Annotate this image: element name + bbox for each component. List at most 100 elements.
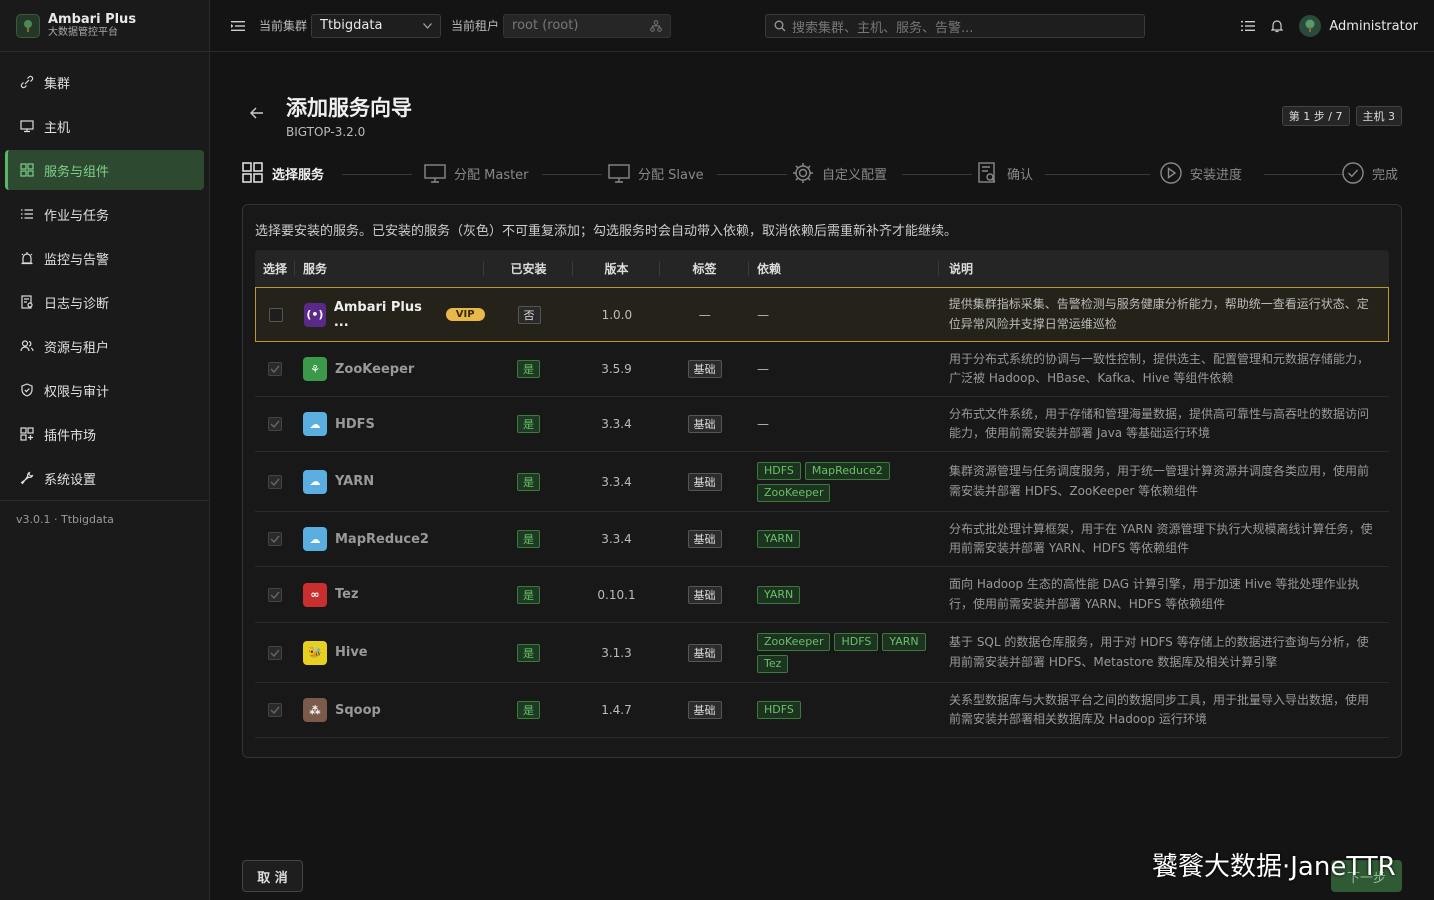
sidebar-item-label: 作业与任务 xyxy=(44,208,110,224)
wizard-step-4: 自定义配置 xyxy=(792,162,887,184)
table-body: (•) Ambari Plus ... VIP 否 1.0.0 — — 提供集群… xyxy=(255,287,1389,738)
service-glyph: (•) xyxy=(306,308,324,321)
sidebar-item-2[interactable]: 服务与组件 xyxy=(5,150,204,190)
service-description: 用于分布式系统的协调与一致性控制，提供选主、配置管理和元数据存储能力，广泛被 H… xyxy=(949,351,1370,386)
wizard-step-label: 确认 xyxy=(1007,167,1034,183)
sidebar-item-label: 插件市场 xyxy=(44,428,97,444)
tenant-value: root (root) xyxy=(512,18,579,33)
tag-badge: 基础 xyxy=(687,472,722,491)
shield-icon xyxy=(20,383,34,397)
wizard-step-label: 分配 Master xyxy=(454,167,529,183)
table-row[interactable]: 🐝 Hive 是 3.1.3 基础 ZooKeeper HDFS YARN Tez 基… xyxy=(255,623,1389,683)
watermark: 饕餮大数据·JaneTTR xyxy=(1152,852,1396,882)
table-row[interactable]: ☁ HDFS 是 3.3.4 基础 — 分布式文件系统，用于存储和管理海量数据，… xyxy=(255,397,1389,452)
table-row[interactable]: ☁ YARN 是 3.3.4 基础 HDFS MapReduce2 ZooKeepe… xyxy=(255,452,1389,512)
dependency-tag: MapReduce2 xyxy=(804,461,890,480)
sidebar-item-label: 系统设置 xyxy=(44,472,97,488)
select-checkbox[interactable] xyxy=(268,307,283,322)
version-text: 1.0.0 xyxy=(601,307,633,322)
service-logo-icon: ⁂ xyxy=(303,698,327,722)
select-checkbox xyxy=(268,587,282,602)
tag-badge: 基础 xyxy=(687,701,722,719)
service-description: 分布式文件系统，用于存储和管理海量数据，提供高可靠性与高吞吐的数据访问能力，使用… xyxy=(949,406,1370,441)
avatar[interactable] xyxy=(1299,15,1322,37)
brand[interactable]: Ambari Plus 大数据管控平台 xyxy=(0,0,209,52)
header-version: 版本 xyxy=(573,250,660,287)
service-logo-icon: ∞ xyxy=(303,582,327,607)
list-view-icon[interactable] xyxy=(1241,20,1256,32)
service-name: ZooKeeper xyxy=(335,361,415,377)
tenant-select: root (root) xyxy=(503,13,672,38)
service-name: MapReduce2 xyxy=(335,531,429,547)
version-text: 3.5.9 xyxy=(601,362,632,376)
global-search-input[interactable]: 搜索集群、主机、服务、告警... xyxy=(765,14,1145,38)
version-text: 0.10.1 xyxy=(597,587,636,602)
app-title: Ambari Plus xyxy=(48,11,137,27)
sidebar-item-8[interactable]: 插件市场 xyxy=(5,414,204,454)
service-logo-icon: ☁ xyxy=(303,412,327,436)
table-row[interactable]: ∞ Tez 是 0.10.1 基础 YARN 面向 Hadoop 生态的高性能 … xyxy=(255,567,1389,623)
table-row[interactable]: ⁂ Sqoop 是 1.4.7 基础 HDFS 关系型数据库与大数据平台之间的数… xyxy=(255,683,1389,738)
sidebar-item-6[interactable]: 资源与租户 xyxy=(5,326,204,366)
wizard-step-2: 分配 Master xyxy=(424,162,529,184)
service-name: Hive xyxy=(335,645,368,660)
sidebar-item-5[interactable]: 日志与诊断 xyxy=(5,282,204,322)
cluster-select[interactable]: Ttbigdata xyxy=(311,13,442,38)
sidebar-item-7[interactable]: 权限与审计 xyxy=(5,370,204,410)
bell-icon[interactable] xyxy=(1271,19,1284,33)
version-text: 3.3.4 xyxy=(601,474,632,489)
sidebar-item-label: 日志与诊断 xyxy=(44,296,110,312)
service-description: 面向 Hadoop 生态的高性能 DAG 计算引擎，用于加速 Hive 等批处理… xyxy=(949,577,1360,611)
installed-badge: 是 xyxy=(517,701,540,719)
table-row[interactable]: ☁ MapReduce2 是 3.3.4 基础 YARN 分布式批处理计算框架，… xyxy=(255,512,1389,567)
service-description: 基于 SQL 的数据仓库服务，用于对 HDFS 等存储上的数据进行查询与分析，使… xyxy=(949,635,1369,669)
service-logo-icon: ☁ xyxy=(303,469,327,494)
select-checkbox xyxy=(268,474,282,489)
header-deps: 依赖 xyxy=(749,250,939,287)
table-header: 选择 服务 已安装 版本 标签 依赖 说明 xyxy=(255,250,1389,287)
table-row[interactable]: ⚘ ZooKeeper 是 3.5.9 基础 — 用于分布式系统的协调与一致性控… xyxy=(255,342,1389,397)
wizard-steps: 选择服务 分配 Master 分配 Slave 自定义配置 确认 安装进度 完成 xyxy=(242,157,1402,191)
service-logo-icon: (•) xyxy=(303,302,326,327)
monitor-icon xyxy=(424,162,446,184)
tag-badge: 基础 xyxy=(687,585,722,604)
sidebar-item-3[interactable]: 作业与任务 xyxy=(5,194,204,234)
installed-badge: 是 xyxy=(517,415,540,433)
sidebar-item-1[interactable]: 主机 xyxy=(5,106,204,146)
tree-icon xyxy=(650,19,662,32)
service-logo-icon: ☁ xyxy=(303,527,327,551)
select-checkbox xyxy=(268,532,282,546)
sidebar-item-9[interactable]: 系统设置 xyxy=(5,458,204,498)
plugin-icon xyxy=(20,427,34,441)
sidebar-item-label: 服务与组件 xyxy=(44,164,110,180)
page-subtitle: BIGTOP-3.2.0 xyxy=(286,125,366,139)
header-installed: 已安装 xyxy=(484,250,573,287)
service-glyph: 🐝 xyxy=(308,646,322,659)
cancel-button[interactable]: 取 消 xyxy=(242,860,303,892)
dependency-empty: — xyxy=(757,307,770,322)
dependency-tag: HDFS xyxy=(834,632,879,651)
link-icon xyxy=(20,75,34,89)
tag-badge: 基础 xyxy=(687,530,722,548)
sidebar-item-label: 资源与租户 xyxy=(44,340,110,356)
wizard-step-label: 完成 xyxy=(1372,167,1399,183)
monitor-icon xyxy=(20,119,34,133)
sidebar-item-4[interactable]: 监控与告警 xyxy=(5,238,204,278)
service-description: 关系型数据库与大数据平台之间的数据同步工具，用于批量导入导出数据，使用前需安装并… xyxy=(949,692,1370,727)
sidebar-item-0[interactable]: 集群 xyxy=(5,62,204,102)
wizard-step-label: 自定义配置 xyxy=(822,167,888,183)
user-name[interactable]: Administrator xyxy=(1329,19,1418,34)
service-table: 选择 服务 已安装 版本 标签 依赖 说明 (•) Ambari Plus ..… xyxy=(255,250,1389,746)
step-counter-badge: 第 1 步 / 7 xyxy=(1281,106,1350,126)
version-text: 3.1.3 xyxy=(601,645,632,660)
dependency-tag: ZooKeeper xyxy=(757,632,831,651)
grid-icon xyxy=(20,163,34,177)
back-arrow-icon[interactable] xyxy=(250,107,264,123)
table-row[interactable]: (•) Ambari Plus ... VIP 否 1.0.0 — — 提供集群… xyxy=(255,287,1389,342)
sidebar-item-label: 集群 xyxy=(44,76,71,92)
service-logo-icon: 🐝 xyxy=(303,640,327,665)
review-icon xyxy=(977,162,999,184)
topbar: 当前集群 Ttbigdata 当前租户 root (root) 搜索集群、主机、… xyxy=(210,0,1434,52)
menu-toggle-icon[interactable] xyxy=(231,20,247,32)
version-text: 3.3.4 xyxy=(601,417,632,431)
